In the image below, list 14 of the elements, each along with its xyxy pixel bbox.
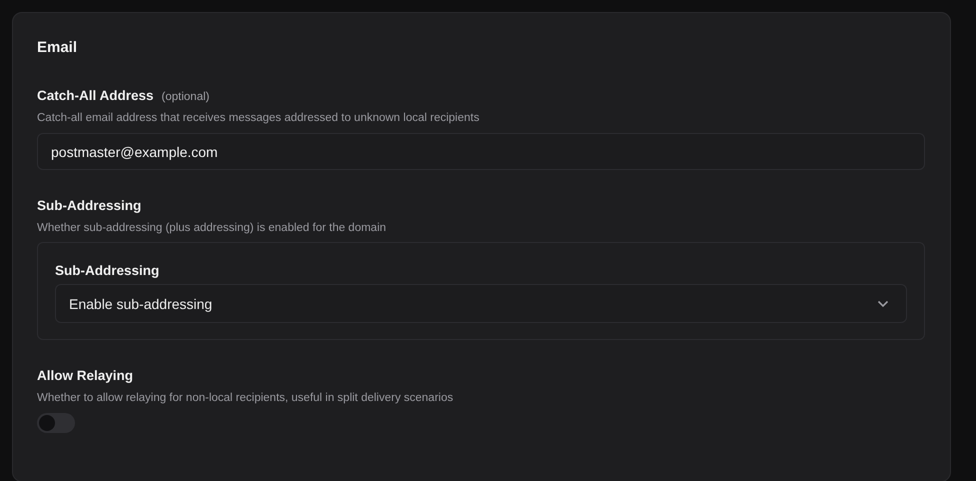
optional-hint: (optional) bbox=[162, 91, 210, 103]
input-field[interactable]: postmaster@example.com bbox=[37, 133, 925, 170]
field-description: Whether to allow relaying for non-local recipients, useful in split delivery scenarios bbox=[37, 392, 454, 404]
field-description: Catch-all email address that receives messages addressed to unknown local recipients bbox=[37, 112, 480, 124]
section-title: Email bbox=[37, 39, 78, 56]
chevron-down-icon bbox=[877, 300, 889, 308]
field-label: Catch-All Address bbox=[37, 88, 154, 103]
select-dropdown[interactable]: Enable sub-addressing bbox=[55, 284, 907, 323]
select-value: Enable sub-addressing bbox=[69, 296, 212, 312]
toggle-switch[interactable] bbox=[37, 413, 75, 433]
field-label: Sub-Addressing bbox=[37, 198, 142, 213]
field-label: Allow Relaying bbox=[37, 368, 134, 383]
field-description: Whether sub-addressing (plus addressing) is enabled for the domain bbox=[37, 222, 388, 234]
group-label: Sub-Addressing bbox=[55, 263, 160, 278]
